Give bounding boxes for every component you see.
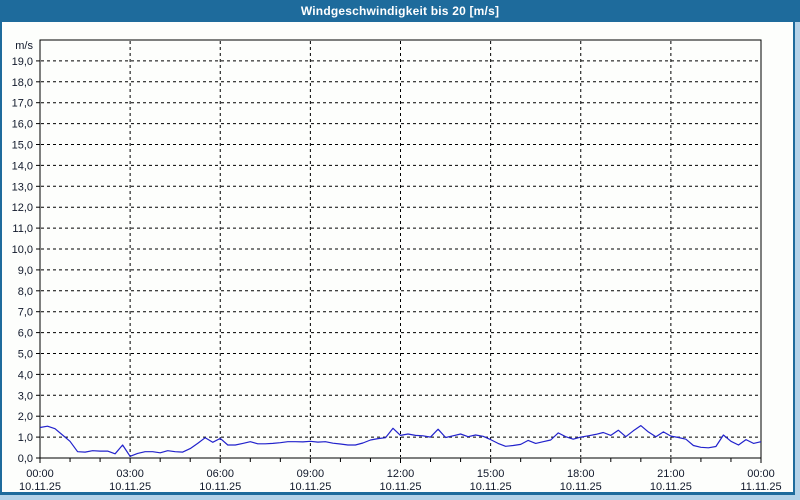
window-title: Windgeschwindigkeit bis 20 [m/s] [300,4,500,18]
window-title-bar: Windgeschwindigkeit bis 20 [m/s] [0,0,800,22]
chart-panel [0,22,795,495]
